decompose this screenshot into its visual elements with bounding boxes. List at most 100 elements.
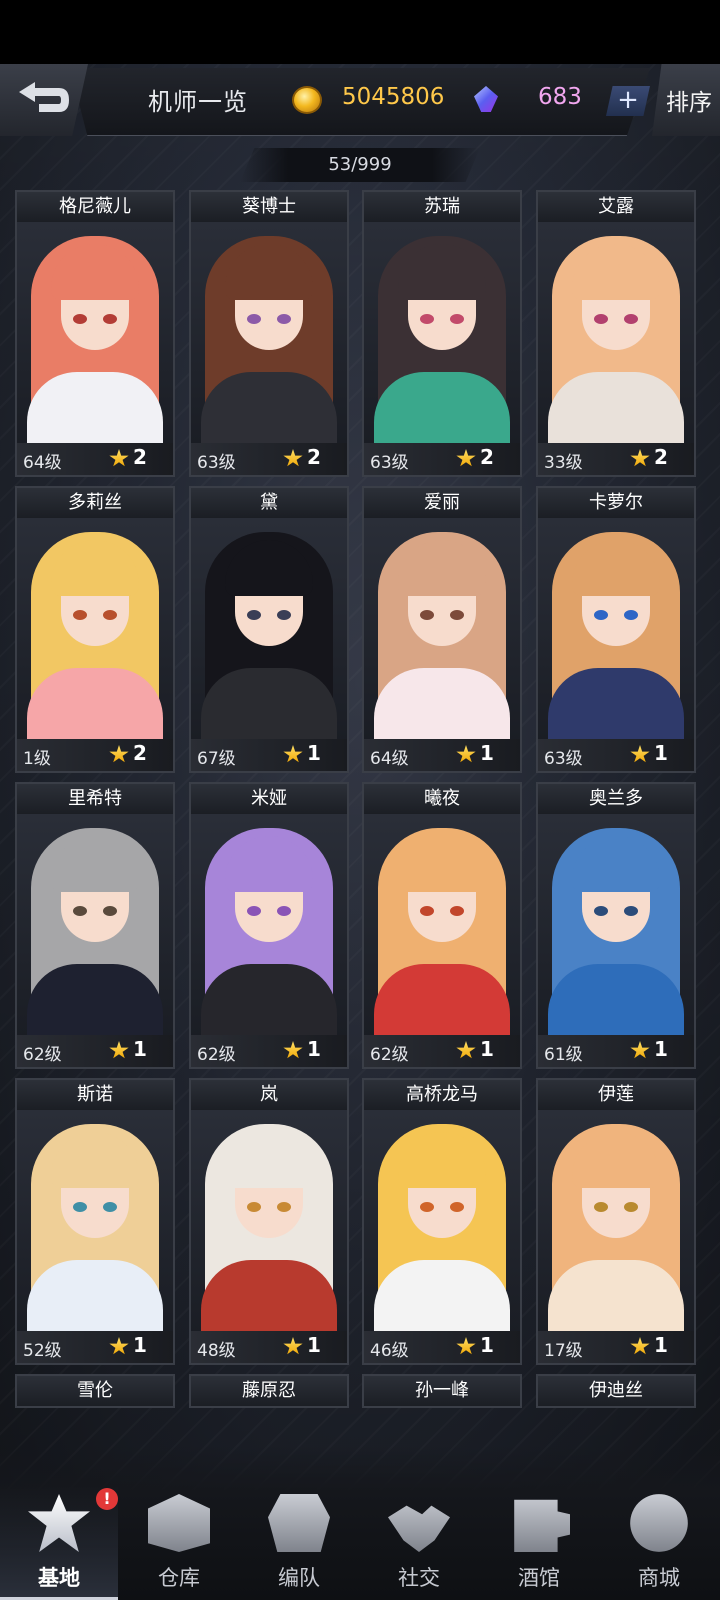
pilot-level: 62级 xyxy=(370,1045,409,1065)
pilot-card[interactable]: 斯诺 52级 1 xyxy=(15,1078,175,1365)
pilot-card[interactable]: 曦夜 62级 1 xyxy=(362,782,522,1069)
pilot-card-footer: 62级 1 xyxy=(364,1035,520,1067)
pilot-star-count: 1 xyxy=(307,1333,321,1357)
pilot-level: 48级 xyxy=(197,1341,236,1361)
nav-tab[interactable]: 商城 xyxy=(600,1486,718,1600)
pilot-level: 46级 xyxy=(370,1341,409,1361)
pilot-level: 63级 xyxy=(544,749,583,769)
nav-tab[interactable]: 社交 xyxy=(360,1486,478,1600)
pilot-card-footer: 52级 1 xyxy=(17,1331,173,1363)
pilot-name: 艾露 xyxy=(538,192,694,222)
pilot-portrait xyxy=(17,1110,173,1333)
pilot-card[interactable]: 爱丽 64级 1 xyxy=(362,486,522,773)
pilot-card[interactable]: 伊莲 17级 1 xyxy=(536,1078,696,1365)
pilot-star-count: 1 xyxy=(133,1037,147,1061)
nav-tab[interactable]: 编队 xyxy=(240,1486,358,1600)
nav-label: 编队 xyxy=(278,1566,320,1590)
pilot-card[interactable]: 苏瑞 63级 2 xyxy=(362,190,522,477)
pilot-portrait xyxy=(191,518,347,741)
pilot-name: 伊迪丝 xyxy=(538,1376,694,1406)
pilot-portrait xyxy=(17,518,173,741)
star-icon xyxy=(283,1041,303,1059)
beer-mug-icon xyxy=(514,1499,570,1552)
pilot-star-count: 2 xyxy=(654,445,668,469)
pilot-card[interactable]: 高桥龙马 46级 1 xyxy=(362,1078,522,1365)
pilot-star-count: 1 xyxy=(307,1037,321,1061)
pilot-name: 多莉丝 xyxy=(17,488,173,518)
pilot-name: 爱丽 xyxy=(364,488,520,518)
pilot-portrait xyxy=(191,1110,347,1333)
nav-label: 商城 xyxy=(638,1566,680,1590)
pilot-level: 1级 xyxy=(23,749,51,769)
status-bar xyxy=(0,0,720,64)
pilot-card[interactable]: 雪伦 xyxy=(15,1374,175,1408)
pilot-card[interactable]: 格尼薇儿 64级 2 xyxy=(15,190,175,477)
star-icon xyxy=(283,1337,303,1355)
pilot-card[interactable]: 奥兰多 61级 1 xyxy=(536,782,696,1069)
pilot-name: 斯诺 xyxy=(17,1080,173,1110)
pilot-name: 曦夜 xyxy=(364,784,520,814)
pilot-level: 62级 xyxy=(197,1045,236,1065)
pilot-card-footer: 63级 1 xyxy=(538,739,694,771)
pilot-card-footer: 64级 1 xyxy=(364,739,520,771)
pilot-star-count: 2 xyxy=(133,445,147,469)
pilot-card[interactable]: 米娅 62级 1 xyxy=(189,782,349,1069)
pilot-level: 67级 xyxy=(197,749,236,769)
star-icon xyxy=(283,449,303,467)
nav-tab[interactable]: 仓库 xyxy=(120,1486,238,1600)
pilot-star-count: 1 xyxy=(480,741,494,765)
bottom-navigation: 基地! 仓库 编队 社交 酒馆 商城 xyxy=(0,1446,720,1600)
pilot-card-footer: 62级 1 xyxy=(17,1035,173,1067)
nav-label: 酒馆 xyxy=(518,1566,560,1590)
pilot-name: 里希特 xyxy=(17,784,173,814)
pilot-name: 卡萝尔 xyxy=(538,488,694,518)
pilot-card[interactable]: 多莉丝 1级 2 xyxy=(15,486,175,773)
pilot-portrait xyxy=(538,222,694,445)
star-icon xyxy=(109,1041,129,1059)
pilot-card[interactable]: 孙一峰 xyxy=(362,1374,522,1408)
pilot-portrait xyxy=(17,814,173,1037)
handshake-icon xyxy=(388,1505,450,1552)
pilot-star-count: 1 xyxy=(307,741,321,765)
pilot-star-count: 1 xyxy=(480,1333,494,1357)
nav-tab[interactable]: 酒馆 xyxy=(480,1486,598,1600)
star-icon xyxy=(283,745,303,763)
pilot-card[interactable]: 岚 48级 1 xyxy=(189,1078,349,1365)
pilot-card-footer: 48级 1 xyxy=(191,1331,347,1363)
pilot-name: 黛 xyxy=(191,488,347,518)
pilot-level: 61级 xyxy=(544,1045,583,1065)
pilot-portrait xyxy=(191,222,347,445)
pilot-card-footer: 33级 2 xyxy=(538,443,694,475)
pilot-portrait xyxy=(364,222,520,445)
pilot-card[interactable]: 藤原忍 xyxy=(189,1374,349,1408)
pilot-card[interactable]: 卡萝尔 63级 1 xyxy=(536,486,696,773)
pilot-list-screen: 机师一览 5045806 683 + 排序 53/999 格尼薇儿 64级 2 葵博士… xyxy=(0,64,720,1600)
pilot-card-footer: 64级 2 xyxy=(17,443,173,475)
pilot-star-count: 1 xyxy=(654,1037,668,1061)
pilot-star-count: 2 xyxy=(480,445,494,469)
pilot-card-footer: 1级 2 xyxy=(17,739,173,771)
nav-label: 社交 xyxy=(398,1566,440,1590)
pilot-portrait xyxy=(364,814,520,1037)
shop-icon xyxy=(630,1494,688,1552)
star-icon xyxy=(630,1041,650,1059)
pilot-level: 64级 xyxy=(23,453,62,473)
pilot-card-footer: 67级 1 xyxy=(191,739,347,771)
star-icon xyxy=(630,745,650,763)
pilot-card-footer: 61级 1 xyxy=(538,1035,694,1067)
star-icon xyxy=(456,745,476,763)
pilot-card[interactable]: 里希特 62级 1 xyxy=(15,782,175,1069)
pilot-name: 米娅 xyxy=(191,784,347,814)
pilot-portrait xyxy=(364,518,520,741)
pilot-card-footer: 63级 2 xyxy=(191,443,347,475)
pilot-card[interactable]: 艾露 33级 2 xyxy=(536,190,696,477)
pilot-star-count: 1 xyxy=(133,1333,147,1357)
star-icon xyxy=(109,1337,129,1355)
pilot-name: 岚 xyxy=(191,1080,347,1110)
nav-tab[interactable]: 基地! xyxy=(0,1486,118,1600)
pilot-card[interactable]: 伊迪丝 xyxy=(536,1374,696,1408)
pilot-star-count: 1 xyxy=(654,741,668,765)
pilot-name: 苏瑞 xyxy=(364,192,520,222)
pilot-card[interactable]: 黛 67级 1 xyxy=(189,486,349,773)
pilot-card[interactable]: 葵博士 63级 2 xyxy=(189,190,349,477)
